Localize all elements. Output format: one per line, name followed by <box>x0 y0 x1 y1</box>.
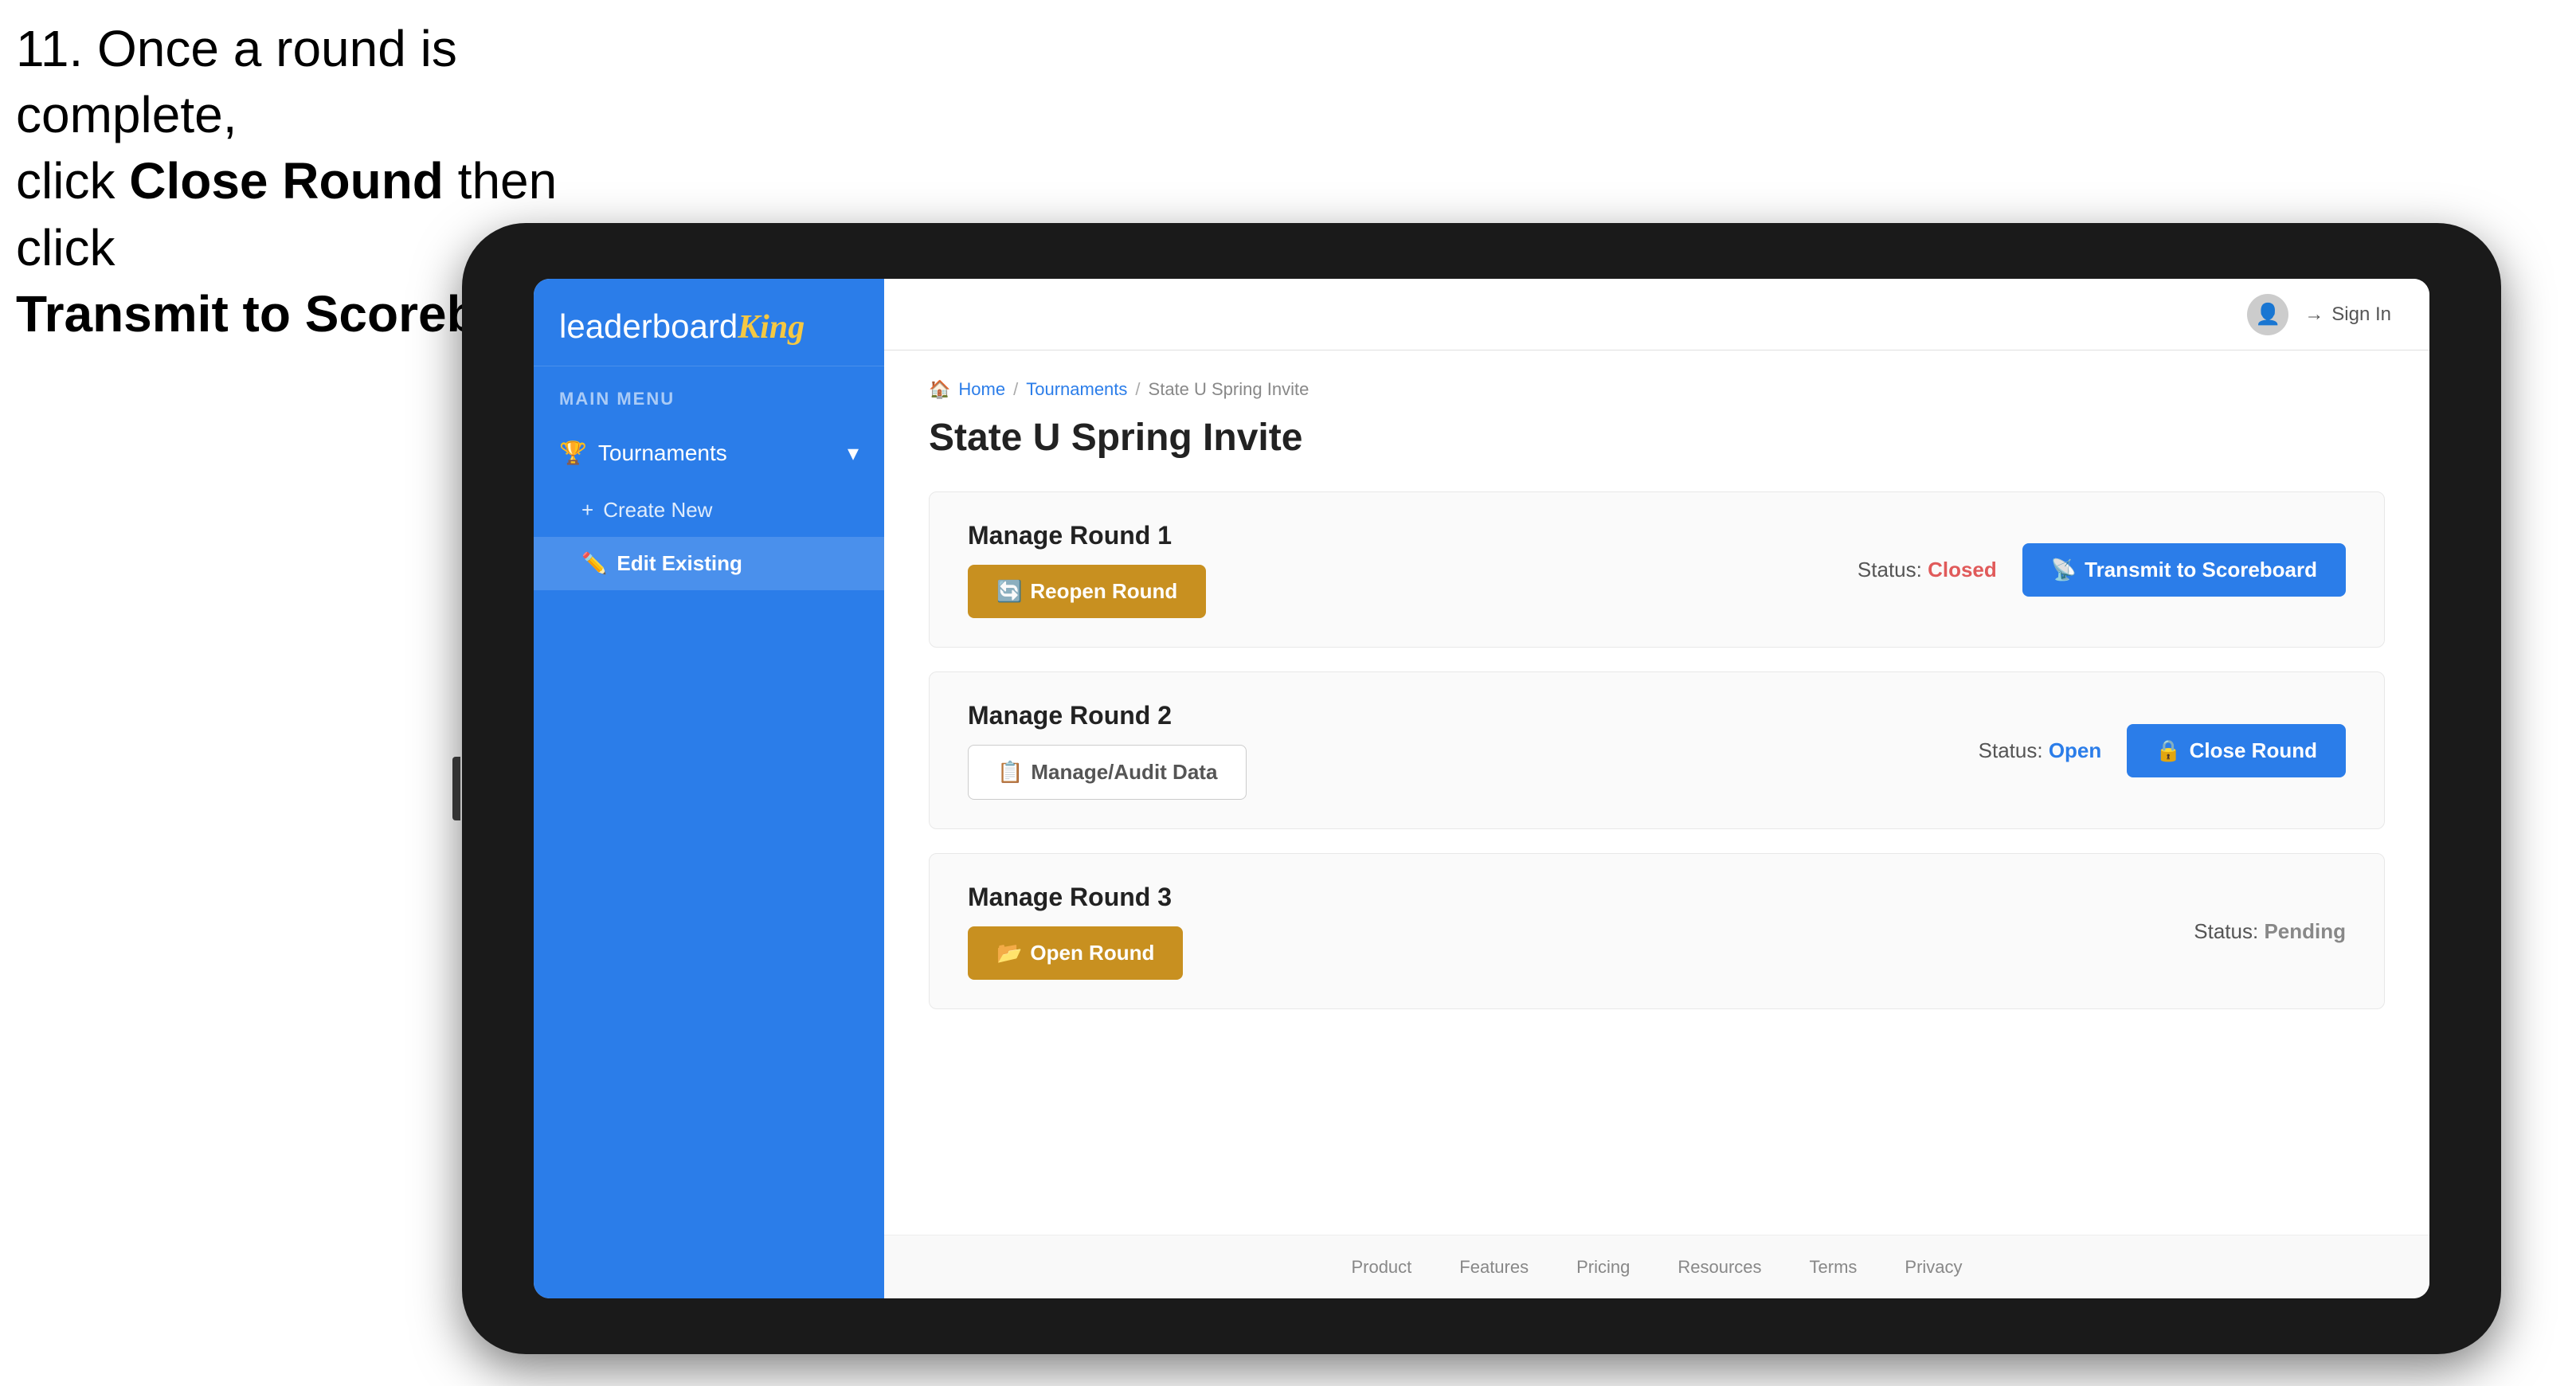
open-round-icon: 📂 <box>996 941 1022 965</box>
round-2-right: Status: Open 🔒 Close Round <box>1979 724 2346 777</box>
footer-pricing[interactable]: Pricing <box>1576 1257 1630 1278</box>
round-2-section: Manage Round 2 📋 Manage/Audit Data Statu… <box>929 671 2385 829</box>
transmit-scoreboard-label: Transmit to Scoreboard <box>2085 558 2317 582</box>
breadcrumb-tournaments[interactable]: Tournaments <box>1026 379 1127 400</box>
round-1-left: Manage Round 1 🔄 Reopen Round <box>968 521 1206 618</box>
logo-brand: King <box>738 309 805 346</box>
edit-icon: ✏️ <box>581 551 607 576</box>
footer-product[interactable]: Product <box>1351 1257 1411 1278</box>
manage-audit-button[interactable]: 📋 Manage/Audit Data <box>968 745 1247 800</box>
round-3-status: Status: Pending <box>2194 919 2346 944</box>
edit-existing-label: Edit Existing <box>617 551 742 576</box>
signin-arrow-icon: → <box>2304 303 2323 326</box>
close-round-icon: 🔒 <box>2155 738 2181 763</box>
open-round-button[interactable]: 📂 Open Round <box>968 926 1183 980</box>
breadcrumb-sep2: / <box>1135 379 1140 400</box>
reopen-round-label: Reopen Round <box>1030 579 1177 604</box>
breadcrumb-current: State U Spring Invite <box>1149 379 1310 400</box>
round-3-section: Manage Round 3 📂 Open Round Status: Pend… <box>929 853 2385 1009</box>
reopen-round-button[interactable]: 🔄 Reopen Round <box>968 565 1206 618</box>
tournaments-nav-label: Tournaments <box>598 440 727 466</box>
round-1-right: Status: Closed 📡 Transmit to Scoreboard <box>1858 543 2346 597</box>
footer: Product Features Pricing Resources Terms… <box>884 1235 2429 1298</box>
sign-in-button[interactable]: → Sign In <box>2304 303 2391 326</box>
sidebar-menu-label: MAIN MENU <box>534 366 884 422</box>
reopen-icon: 🔄 <box>996 579 1022 604</box>
audit-icon: 📋 <box>997 760 1023 785</box>
transmit-scoreboard-button[interactable]: 📡 Transmit to Scoreboard <box>2022 543 2346 597</box>
round-2-left: Manage Round 2 📋 Manage/Audit Data <box>968 701 1247 800</box>
plus-icon: + <box>581 498 593 523</box>
create-new-label: Create New <box>603 498 712 523</box>
header-bar: 👤 → Sign In <box>884 279 2429 350</box>
user-icon: 👤 <box>2255 302 2280 327</box>
breadcrumb-sep1: / <box>1013 379 1018 400</box>
page-title: State U Spring Invite <box>929 416 2385 460</box>
footer-terms[interactable]: Terms <box>1810 1257 1858 1278</box>
instruction-bold1: Close Round <box>129 152 444 209</box>
content-area: 🏠 Home / Tournaments / State U Spring In… <box>884 350 2429 1235</box>
close-round-label: Close Round <box>2190 738 2317 763</box>
footer-resources[interactable]: Resources <box>1678 1257 1761 1278</box>
manage-audit-label: Manage/Audit Data <box>1031 760 1217 785</box>
sidebar: leaderboardKing MAIN MENU 🏆 Tournaments … <box>534 279 884 1298</box>
transmit-icon: 📡 <box>2051 558 2077 582</box>
tablet-device: leaderboardKing MAIN MENU 🏆 Tournaments … <box>462 223 2501 1354</box>
main-content: 👤 → Sign In 🏠 Home / Tournaments <box>884 279 2429 1298</box>
home-icon: 🏠 <box>929 379 950 400</box>
footer-privacy[interactable]: Privacy <box>1905 1257 1962 1278</box>
round-1-status: Status: Closed <box>1858 558 1997 582</box>
avatar: 👤 <box>2247 294 2288 335</box>
round-2-status-value: Open <box>2049 738 2101 762</box>
close-round-button[interactable]: 🔒 Close Round <box>2127 724 2346 777</box>
round-1-title: Manage Round 1 <box>968 521 1206 550</box>
round-3-status-label: Status: <box>2194 919 2258 943</box>
app-logo: leaderboardKing <box>559 307 859 346</box>
round-3-left: Manage Round 3 📂 Open Round <box>968 883 1183 980</box>
round-3-status-value: Pending <box>2264 919 2346 943</box>
sidebar-item-tournaments[interactable]: 🏆 Tournaments ▾ <box>534 422 884 484</box>
sidebar-navigation: 🏆 Tournaments ▾ + Create New ✏️ Edit Exi… <box>534 422 884 1298</box>
trophy-icon: 🏆 <box>559 440 587 466</box>
breadcrumb: 🏠 Home / Tournaments / State U Spring In… <box>929 379 2385 400</box>
tablet-screen: leaderboardKing MAIN MENU 🏆 Tournaments … <box>534 279 2429 1298</box>
round-3-right: Status: Pending <box>2194 919 2346 944</box>
round-2-title: Manage Round 2 <box>968 701 1247 730</box>
breadcrumb-home[interactable]: Home <box>958 379 1005 400</box>
sidebar-item-create-new[interactable]: + Create New <box>534 484 884 537</box>
footer-features[interactable]: Features <box>1459 1257 1529 1278</box>
instruction-line2: click <box>16 152 129 209</box>
round-3-title: Manage Round 3 <box>968 883 1183 912</box>
open-round-label: Open Round <box>1030 941 1154 965</box>
chevron-down-icon: ▾ <box>848 440 859 466</box>
sidebar-item-edit-existing[interactable]: ✏️ Edit Existing <box>534 537 884 590</box>
round-2-status-label: Status: <box>1979 738 2043 762</box>
round-1-status-value: Closed <box>1928 558 1997 581</box>
instruction-line1: 11. Once a round is complete, <box>16 20 457 143</box>
logo-area: leaderboardKing <box>534 279 884 366</box>
sign-in-label: Sign In <box>2331 303 2391 326</box>
round-1-status-label: Status: <box>1858 558 1922 581</box>
round-2-status: Status: Open <box>1979 738 2102 763</box>
round-1-section: Manage Round 1 🔄 Reopen Round Status: Cl… <box>929 491 2385 648</box>
tablet-power-button <box>452 757 460 820</box>
